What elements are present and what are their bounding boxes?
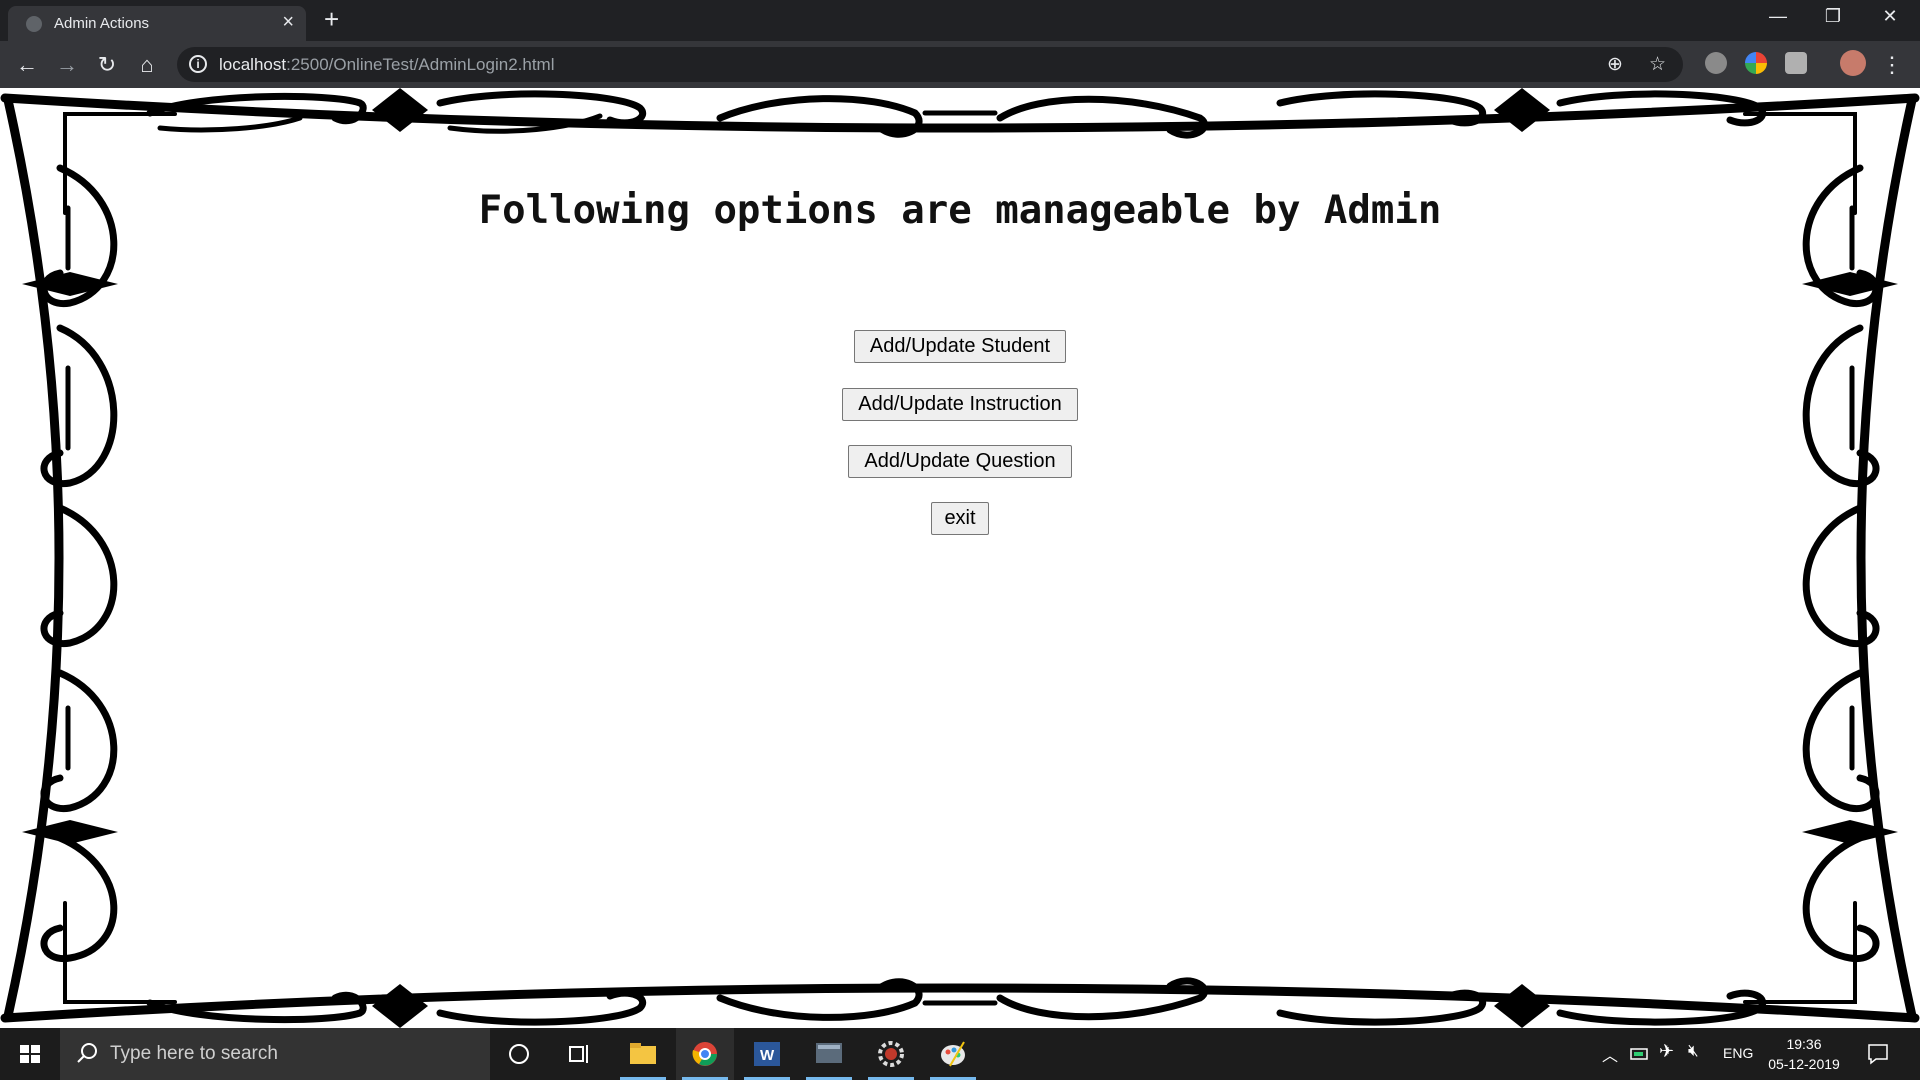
bookmark-star-icon[interactable]: ☆	[1649, 53, 1666, 76]
search-icon	[77, 1043, 97, 1063]
search-placeholder: Type here to search	[110, 1043, 278, 1064]
browser-toolbar: ← → ↻ ⌂ i localhost:2500/OnlineTest/Admi…	[0, 41, 1920, 88]
restore-button[interactable]: ❐	[1813, 6, 1853, 27]
reload-button[interactable]: ↻	[91, 49, 123, 81]
start-button[interactable]	[0, 1028, 60, 1080]
clock-date: 05-12-2019	[1768, 1056, 1840, 1072]
paint-icon[interactable]	[924, 1028, 982, 1080]
word-icon[interactable]: W	[738, 1028, 796, 1080]
profile-avatar[interactable]	[1840, 50, 1866, 76]
svg-text:W: W	[760, 1047, 775, 1064]
browser-tab[interactable]: Admin Actions ×	[8, 6, 306, 41]
language-indicator[interactable]: ENG	[1723, 1045, 1753, 1061]
back-button[interactable]: ←	[11, 49, 43, 81]
browser-tab-bar: Admin Actions × + — ❐ ✕	[0, 0, 1920, 41]
shield-extension-icon[interactable]	[1785, 52, 1807, 74]
system-clock[interactable]: 19:36 05-12-2019	[1766, 1034, 1842, 1074]
chrome-icon[interactable]	[676, 1028, 734, 1080]
new-tab-button[interactable]: +	[324, 4, 339, 35]
battery-icon[interactable]	[1630, 1044, 1650, 1064]
windows-logo-icon	[20, 1045, 40, 1063]
tab-title: Admin Actions	[54, 15, 150, 32]
browser-menu-icon[interactable]: ⋮	[1876, 49, 1908, 81]
zoom-icon[interactable]: ⊕	[1607, 53, 1623, 76]
exit-button[interactable]: exit	[931, 502, 989, 535]
home-button[interactable]: ⌂	[131, 49, 163, 81]
airplane-mode-icon[interactable]: ✈	[1659, 1041, 1674, 1062]
add-update-instruction-button[interactable]: Add/Update Instruction	[842, 388, 1078, 421]
add-update-question-button[interactable]: Add/Update Question	[848, 445, 1072, 478]
site-info-icon[interactable]: i	[189, 55, 207, 73]
show-hidden-icons-chevron-icon[interactable]: ︿	[1602, 1042, 1618, 1066]
chrome-extension-icon[interactable]	[1745, 52, 1767, 74]
address-bar[interactable]: i localhost:2500/OnlineTest/AdminLogin2.…	[177, 47, 1683, 82]
page-viewport: Following options are manageable by Admi…	[0, 88, 1920, 1028]
cortana-icon[interactable]	[490, 1028, 548, 1080]
minimize-button[interactable]: —	[1758, 6, 1798, 27]
taskbar-search-box[interactable]: Type here to search	[60, 1028, 490, 1080]
tab-close-icon[interactable]: ×	[282, 11, 294, 34]
notification-center-icon[interactable]	[1866, 1042, 1892, 1066]
extension-icon[interactable]	[1705, 52, 1727, 74]
server-gear-icon[interactable]	[862, 1028, 920, 1080]
url-text[interactable]: localhost:2500/OnlineTest/AdminLogin2.ht…	[219, 55, 555, 75]
page-title: Following options are manageable by Admi…	[478, 188, 1442, 233]
app-window-icon[interactable]	[800, 1028, 858, 1080]
file-explorer-icon[interactable]	[614, 1028, 672, 1080]
close-window-button[interactable]: ✕	[1870, 6, 1910, 27]
add-update-student-button[interactable]: Add/Update Student	[854, 330, 1066, 363]
clock-time: 19:36	[1786, 1036, 1822, 1052]
volume-muted-icon[interactable]: 🔇︎	[1688, 1041, 1699, 1061]
forward-button[interactable]: →	[51, 49, 83, 81]
globe-icon	[26, 16, 42, 32]
taskbar: Type here to search W ︿ ✈ 🔇︎ ENG 19:36 0…	[0, 1028, 1920, 1080]
task-view-icon[interactable]	[550, 1028, 608, 1080]
